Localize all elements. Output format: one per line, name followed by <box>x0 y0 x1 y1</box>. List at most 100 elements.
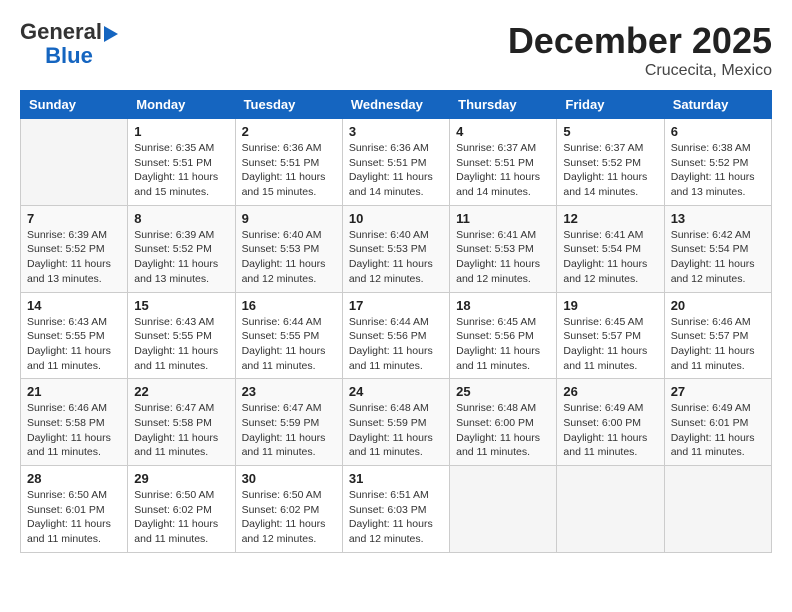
day-info: Sunrise: 6:45 AMSunset: 5:57 PMDaylight:… <box>563 315 657 374</box>
day-number: 7 <box>27 211 121 226</box>
calendar-cell: 12 Sunrise: 6:41 AMSunset: 5:54 PMDayligh… <box>557 205 664 292</box>
day-number: 23 <box>242 384 336 399</box>
day-info: Sunrise: 6:38 AMSunset: 5:52 PMDaylight:… <box>671 141 765 200</box>
day-info: Sunrise: 6:46 AMSunset: 5:58 PMDaylight:… <box>27 401 121 460</box>
day-number: 30 <box>242 471 336 486</box>
calendar-cell: 4 Sunrise: 6:37 AMSunset: 5:51 PMDaylight… <box>450 119 557 206</box>
day-number: 5 <box>563 124 657 139</box>
day-info: Sunrise: 6:39 AMSunset: 5:52 PMDaylight:… <box>27 228 121 287</box>
calendar-cell: 2 Sunrise: 6:36 AMSunset: 5:51 PMDaylight… <box>235 119 342 206</box>
calendar-cell <box>664 466 771 553</box>
weekday-header: Monday <box>128 91 235 119</box>
calendar-cell: 22 Sunrise: 6:47 AMSunset: 5:58 PMDayligh… <box>128 379 235 466</box>
calendar-cell: 29Sunrise: 6:50 AMSunset: 6:02 PMDayligh… <box>128 466 235 553</box>
day-info: Sunrise: 6:44 AMSunset: 5:56 PMDaylight:… <box>349 315 443 374</box>
page-header: General Blue December 2025 Crucecita, Me… <box>20 20 772 80</box>
calendar-week-row: 21Sunrise: 6:46 AMSunset: 5:58 PMDayligh… <box>21 379 772 466</box>
day-number: 31 <box>349 471 443 486</box>
day-number: 24 <box>349 384 443 399</box>
calendar-cell: 7 Sunrise: 6:39 AMSunset: 5:52 PMDaylight… <box>21 205 128 292</box>
day-number: 4 <box>456 124 550 139</box>
calendar-cell: 16 Sunrise: 6:44 AMSunset: 5:55 PMDayligh… <box>235 292 342 379</box>
calendar-cell: 3 Sunrise: 6:36 AMSunset: 5:51 PMDaylight… <box>342 119 449 206</box>
calendar-cell: 31 Sunrise: 6:51 AMSunset: 6:03 PMDayligh… <box>342 466 449 553</box>
weekday-header: Sunday <box>21 91 128 119</box>
calendar-cell: 24 Sunrise: 6:48 AMSunset: 5:59 PMDayligh… <box>342 379 449 466</box>
day-info: Sunrise: 6:48 AMSunset: 5:59 PMDaylight:… <box>349 401 443 460</box>
day-info: Sunrise: 6:36 AMSunset: 5:51 PMDaylight:… <box>349 141 443 200</box>
calendar-cell: 23 Sunrise: 6:47 AMSunset: 5:59 PMDayligh… <box>235 379 342 466</box>
day-info: Sunrise: 6:47 AMSunset: 5:59 PMDaylight:… <box>242 401 336 460</box>
calendar-cell <box>21 119 128 206</box>
day-number: 16 <box>242 298 336 313</box>
calendar-body: 1 Sunrise: 6:35 AMSunset: 5:51 PMDaylight… <box>21 119 772 553</box>
day-number: 15 <box>134 298 228 313</box>
day-info: Sunrise: 6:44 AMSunset: 5:55 PMDaylight:… <box>242 315 336 374</box>
weekday-header: Wednesday <box>342 91 449 119</box>
day-info: Sunrise: 6:37 AMSunset: 5:51 PMDaylight:… <box>456 141 550 200</box>
calendar-cell: 26 Sunrise: 6:49 AMSunset: 6:00 PMDayligh… <box>557 379 664 466</box>
day-info: Sunrise: 6:41 AMSunset: 5:53 PMDaylight:… <box>456 228 550 287</box>
day-info: Sunrise: 6:43 AMSunset: 5:55 PMDaylight:… <box>27 315 121 374</box>
day-number: 26 <box>563 384 657 399</box>
calendar-week-row: 7 Sunrise: 6:39 AMSunset: 5:52 PMDaylight… <box>21 205 772 292</box>
calendar-cell: 19 Sunrise: 6:45 AMSunset: 5:57 PMDayligh… <box>557 292 664 379</box>
logo: General Blue <box>20 20 118 68</box>
weekday-header: Saturday <box>664 91 771 119</box>
calendar-cell: 17 Sunrise: 6:44 AMSunset: 5:56 PMDayligh… <box>342 292 449 379</box>
day-info: Sunrise: 6:49 AMSunset: 6:01 PMDaylight:… <box>671 401 765 460</box>
logo-blue: Blue <box>45 44 93 68</box>
day-number: 25 <box>456 384 550 399</box>
day-number: 13 <box>671 211 765 226</box>
day-number: 19 <box>563 298 657 313</box>
calendar-cell: 21Sunrise: 6:46 AMSunset: 5:58 PMDayligh… <box>21 379 128 466</box>
day-info: Sunrise: 6:41 AMSunset: 5:54 PMDaylight:… <box>563 228 657 287</box>
day-number: 10 <box>349 211 443 226</box>
day-info: Sunrise: 6:37 AMSunset: 5:52 PMDaylight:… <box>563 141 657 200</box>
day-info: Sunrise: 6:50 AMSunset: 6:02 PMDaylight:… <box>134 488 228 547</box>
day-number: 3 <box>349 124 443 139</box>
day-number: 18 <box>456 298 550 313</box>
calendar-week-row: 28 Sunrise: 6:50 AMSunset: 6:01 PMDayligh… <box>21 466 772 553</box>
day-number: 27 <box>671 384 765 399</box>
calendar-cell: 18 Sunrise: 6:45 AMSunset: 5:56 PMDayligh… <box>450 292 557 379</box>
day-info: Sunrise: 6:50 AMSunset: 6:01 PMDaylight:… <box>27 488 121 547</box>
day-info: Sunrise: 6:42 AMSunset: 5:54 PMDaylight:… <box>671 228 765 287</box>
calendar-table: SundayMondayTuesdayWednesdayThursdayFrid… <box>20 90 772 553</box>
weekday-header: Friday <box>557 91 664 119</box>
day-info: Sunrise: 6:45 AMSunset: 5:56 PMDaylight:… <box>456 315 550 374</box>
calendar-cell: 13 Sunrise: 6:42 AMSunset: 5:54 PMDayligh… <box>664 205 771 292</box>
day-info: Sunrise: 6:49 AMSunset: 6:00 PMDaylight:… <box>563 401 657 460</box>
day-number: 22 <box>134 384 228 399</box>
day-number: 12 <box>563 211 657 226</box>
day-number: 6 <box>671 124 765 139</box>
day-info: Sunrise: 6:51 AMSunset: 6:03 PMDaylight:… <box>349 488 443 547</box>
calendar-cell: 25 Sunrise: 6:48 AMSunset: 6:00 PMDayligh… <box>450 379 557 466</box>
day-number: 11 <box>456 211 550 226</box>
calendar-week-row: 1 Sunrise: 6:35 AMSunset: 5:51 PMDaylight… <box>21 119 772 206</box>
day-info: Sunrise: 6:36 AMSunset: 5:51 PMDaylight:… <box>242 141 336 200</box>
day-info: Sunrise: 6:35 AMSunset: 5:51 PMDaylight:… <box>134 141 228 200</box>
calendar-week-row: 14 Sunrise: 6:43 AMSunset: 5:55 PMDayligh… <box>21 292 772 379</box>
logo-general: General <box>20 20 102 44</box>
calendar-cell: 28 Sunrise: 6:50 AMSunset: 6:01 PMDayligh… <box>21 466 128 553</box>
title-block: December 2025 Crucecita, Mexico <box>508 20 772 80</box>
day-number: 2 <box>242 124 336 139</box>
day-info: Sunrise: 6:50 AMSunset: 6:02 PMDaylight:… <box>242 488 336 547</box>
day-info: Sunrise: 6:40 AMSunset: 5:53 PMDaylight:… <box>242 228 336 287</box>
calendar-cell: 27 Sunrise: 6:49 AMSunset: 6:01 PMDayligh… <box>664 379 771 466</box>
calendar-cell: 5 Sunrise: 6:37 AMSunset: 5:52 PMDaylight… <box>557 119 664 206</box>
calendar-cell: 20Sunrise: 6:46 AMSunset: 5:57 PMDayligh… <box>664 292 771 379</box>
day-number: 28 <box>27 471 121 486</box>
day-number: 14 <box>27 298 121 313</box>
calendar-cell: 10 Sunrise: 6:40 AMSunset: 5:53 PMDayligh… <box>342 205 449 292</box>
day-info: Sunrise: 6:39 AMSunset: 5:52 PMDaylight:… <box>134 228 228 287</box>
day-number: 1 <box>134 124 228 139</box>
day-info: Sunrise: 6:40 AMSunset: 5:53 PMDaylight:… <box>349 228 443 287</box>
day-number: 9 <box>242 211 336 226</box>
calendar-cell: 6 Sunrise: 6:38 AMSunset: 5:52 PMDaylight… <box>664 119 771 206</box>
day-info: Sunrise: 6:48 AMSunset: 6:00 PMDaylight:… <box>456 401 550 460</box>
day-number: 17 <box>349 298 443 313</box>
day-info: Sunrise: 6:47 AMSunset: 5:58 PMDaylight:… <box>134 401 228 460</box>
calendar-cell: 9 Sunrise: 6:40 AMSunset: 5:53 PMDaylight… <box>235 205 342 292</box>
